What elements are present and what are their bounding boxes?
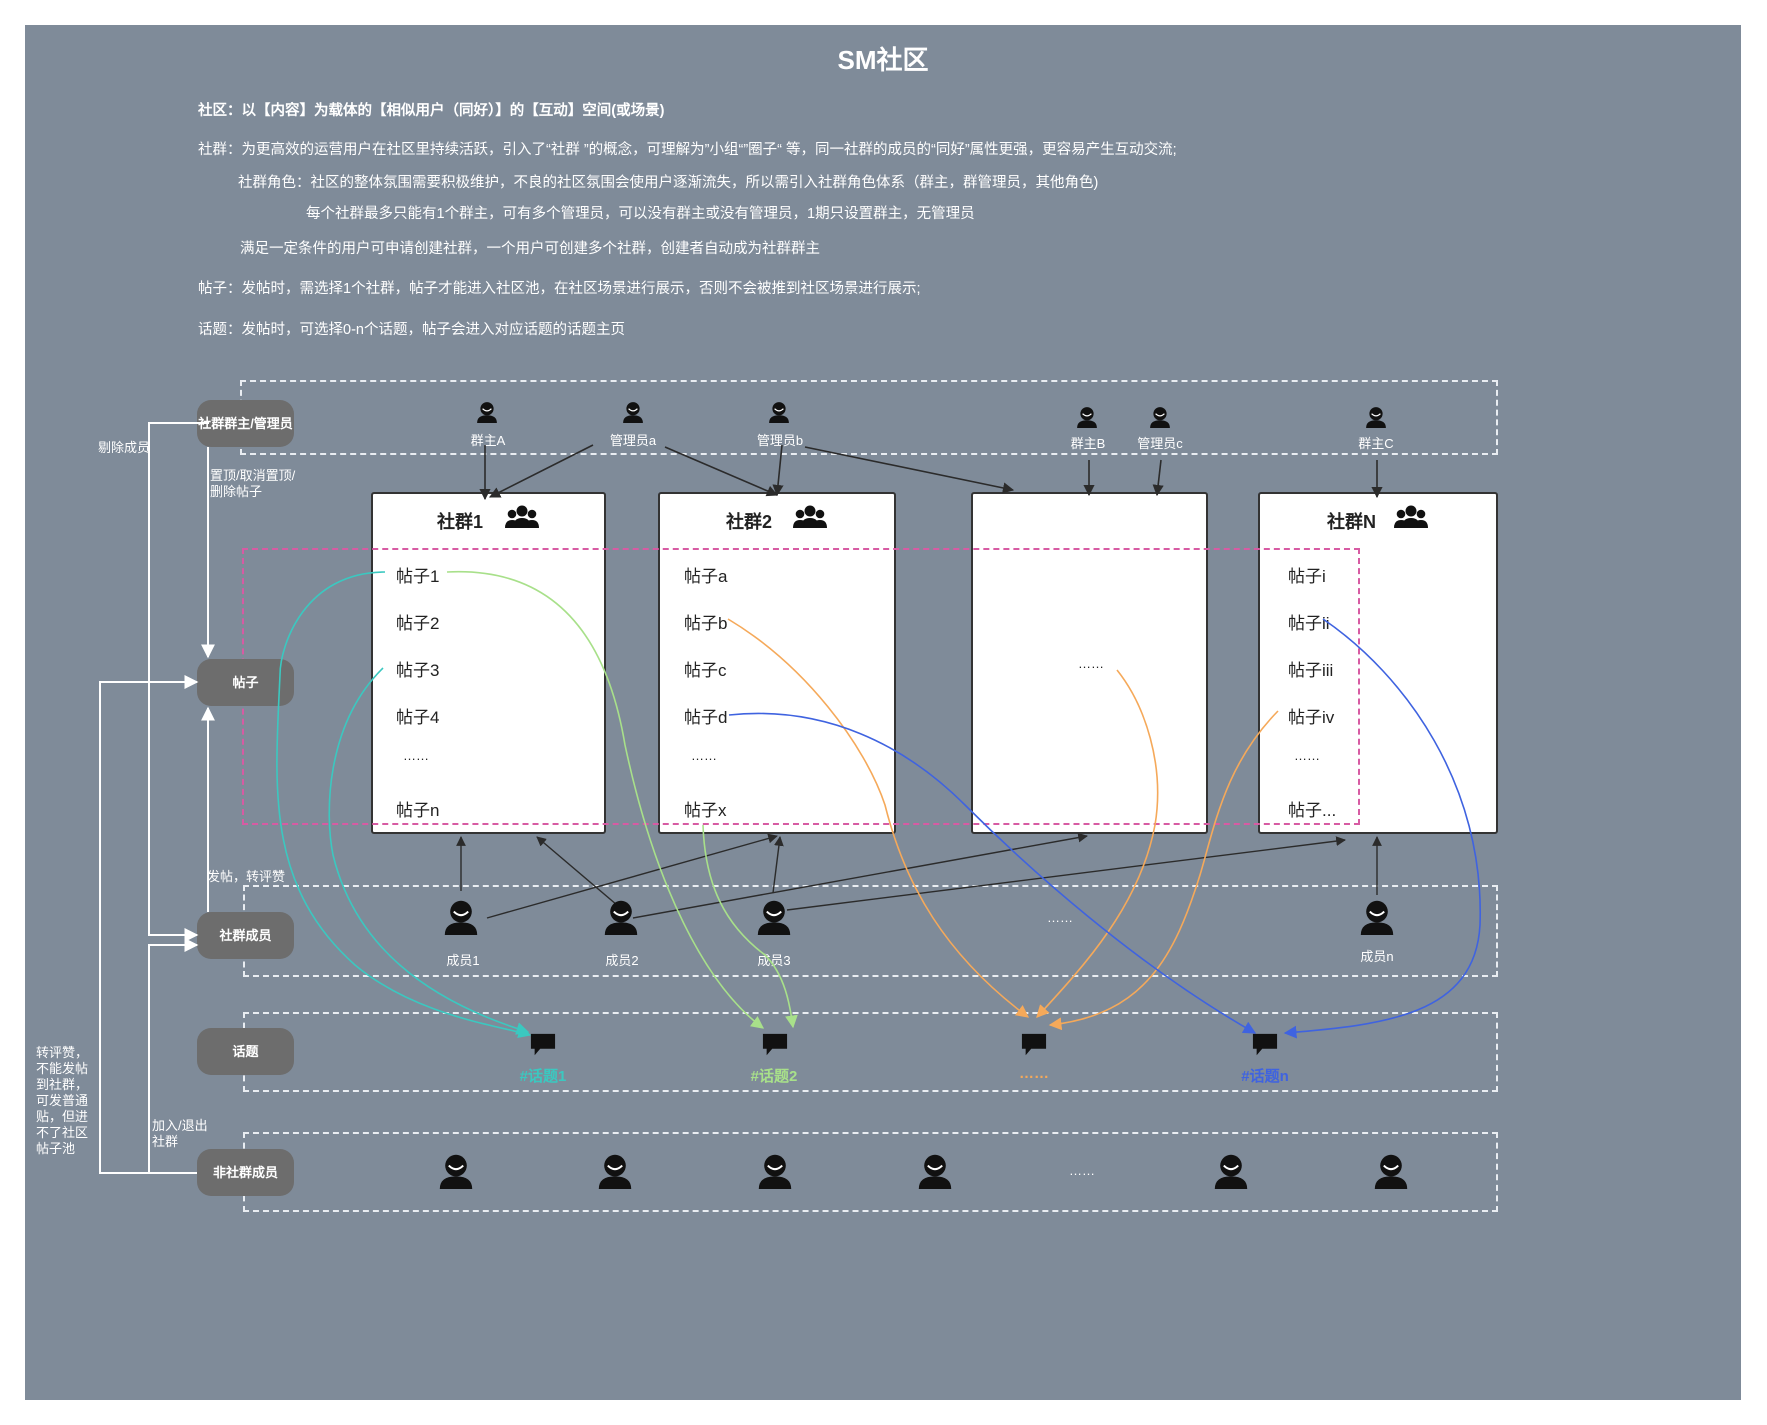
person-icon — [1365, 406, 1387, 429]
connectors-layer — [99, 401, 1481, 1191]
person-icon — [1359, 899, 1395, 937]
topic-curves — [276, 571, 1481, 1039]
person-icon — [597, 1153, 633, 1191]
person-icon — [917, 1153, 953, 1191]
chat-icon — [762, 1033, 788, 1056]
chat-icon — [1021, 1033, 1047, 1056]
person-icon — [756, 899, 792, 937]
diagram-canvas: SM社区 社区：以【内容】为载体的【相似用户（同好）】的【互动】空间(或场景) … — [25, 25, 1741, 1400]
member-icons — [443, 899, 1395, 937]
person-icon — [1213, 1153, 1249, 1191]
person-icon — [1149, 406, 1171, 429]
member-arrows — [456, 832, 1382, 919]
manager-arrows — [479, 444, 1383, 501]
person-icon — [438, 1153, 474, 1191]
person-icon — [603, 899, 639, 937]
chat-icon — [1252, 1033, 1278, 1056]
manager-icons — [476, 401, 1387, 429]
person-icon — [443, 899, 479, 937]
topic-chat-icons — [530, 1033, 1278, 1056]
role-flow-lines — [99, 422, 215, 1174]
person-icon — [768, 401, 790, 424]
person-icon — [1076, 406, 1098, 429]
chat-icon — [530, 1033, 556, 1056]
person-icon — [1373, 1153, 1409, 1191]
person-icon — [757, 1153, 793, 1191]
person-icon — [622, 401, 644, 424]
person-icon — [476, 401, 498, 424]
non-member-icons — [438, 1153, 1409, 1191]
